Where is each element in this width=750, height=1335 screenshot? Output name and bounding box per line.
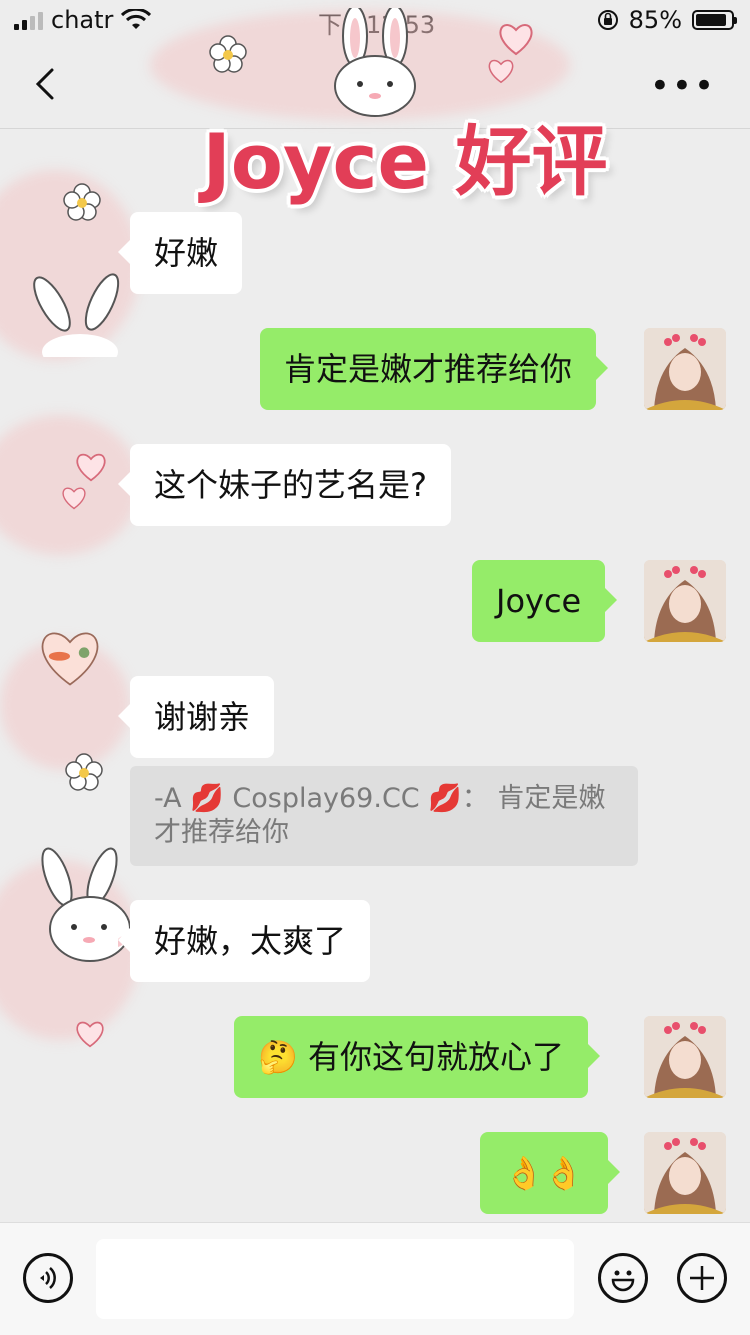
orientation-lock-icon — [597, 10, 618, 30]
user-avatar-icon — [644, 1132, 726, 1214]
bunny-sticker-icon — [33, 273, 120, 357]
emoji-button[interactable] — [598, 1253, 648, 1303]
quoted-message[interactable]: -A 💋 Cosplay69.CC 💋： 肯定是嫩才推荐给你 — [130, 766, 638, 866]
flower-sticker-icon — [209, 35, 247, 73]
voice-icon — [40, 1267, 56, 1289]
signal-icon — [14, 10, 43, 30]
input-bar — [0, 1222, 750, 1335]
flower-sticker-icon — [65, 753, 103, 791]
message-text: 这个妹子的艺名是? — [154, 466, 427, 504]
heart-sticker-icon — [76, 1021, 104, 1048]
plus-icon — [690, 1266, 714, 1290]
sticker-title: Joyce 好评 — [202, 117, 608, 206]
message-text: 好嫩 — [154, 234, 219, 272]
heart-sticker-icon — [488, 59, 514, 84]
emoji-icon — [611, 1270, 635, 1292]
message-text: 肯定是嫩才推荐给你 — [284, 350, 573, 388]
voice-button[interactable] — [23, 1253, 73, 1303]
avatar[interactable] — [644, 1132, 726, 1214]
chevron-left-icon[interactable] — [28, 64, 68, 104]
user-avatar-icon — [644, 1016, 726, 1098]
battery-percent: 85% — [628, 6, 682, 34]
message-input[interactable] — [96, 1239, 574, 1319]
battery-icon — [692, 10, 737, 30]
heart-sticker-icon — [76, 453, 106, 482]
message-bubble-outgoing[interactable]: 肯定是嫩才推荐给你 — [260, 328, 609, 410]
message-bubble-outgoing[interactable]: 👌👌 — [480, 1132, 620, 1214]
heart-sticker-icon — [41, 632, 99, 686]
avatar[interactable] — [644, 560, 726, 642]
quote-text: -A 💋 Cosplay69.CC 💋： 肯定是嫩才推荐给你 — [154, 783, 606, 848]
heart-sticker-icon — [62, 487, 86, 510]
thinking-emoji-icon: 🤔 — [258, 1038, 298, 1076]
message-bubble-incoming[interactable]: 这个妹子的艺名是? — [118, 444, 451, 526]
message-bubble-incoming[interactable]: 好嫩，太爽了 — [117, 900, 371, 982]
avatar[interactable] — [644, 328, 726, 410]
message-text: 有你这句就放心了 — [308, 1038, 565, 1076]
message-text: 👌👌 — [504, 1154, 584, 1192]
flower-sticker-icon — [63, 183, 101, 221]
carrier-name: chatr — [51, 6, 114, 34]
avatar[interactable] — [644, 1016, 726, 1098]
wifi-icon — [121, 9, 152, 29]
bunny-sticker-icon — [41, 847, 131, 962]
message-text: 谢谢亲 — [154, 698, 251, 736]
plus-button[interactable] — [677, 1253, 727, 1303]
status-right: 85% — [597, 6, 737, 34]
message-bubble-incoming[interactable]: 谢谢亲 — [117, 676, 275, 758]
more-dots-icon[interactable]: ••• — [650, 66, 716, 106]
heart-sticker-icon — [499, 24, 533, 56]
message-text: 好嫩，太爽了 — [154, 922, 347, 960]
message-bubble-outgoing[interactable]: Joyce — [472, 560, 618, 642]
message-bubble-incoming[interactable]: 好嫩 — [117, 212, 243, 294]
message-text: Joyce — [496, 582, 582, 620]
message-bubble-outgoing[interactable]: 🤔 有你这句就放心了 — [234, 1016, 601, 1098]
user-avatar-icon — [644, 328, 726, 410]
carrier-group: chatr — [14, 6, 152, 34]
user-avatar-icon — [644, 560, 726, 642]
